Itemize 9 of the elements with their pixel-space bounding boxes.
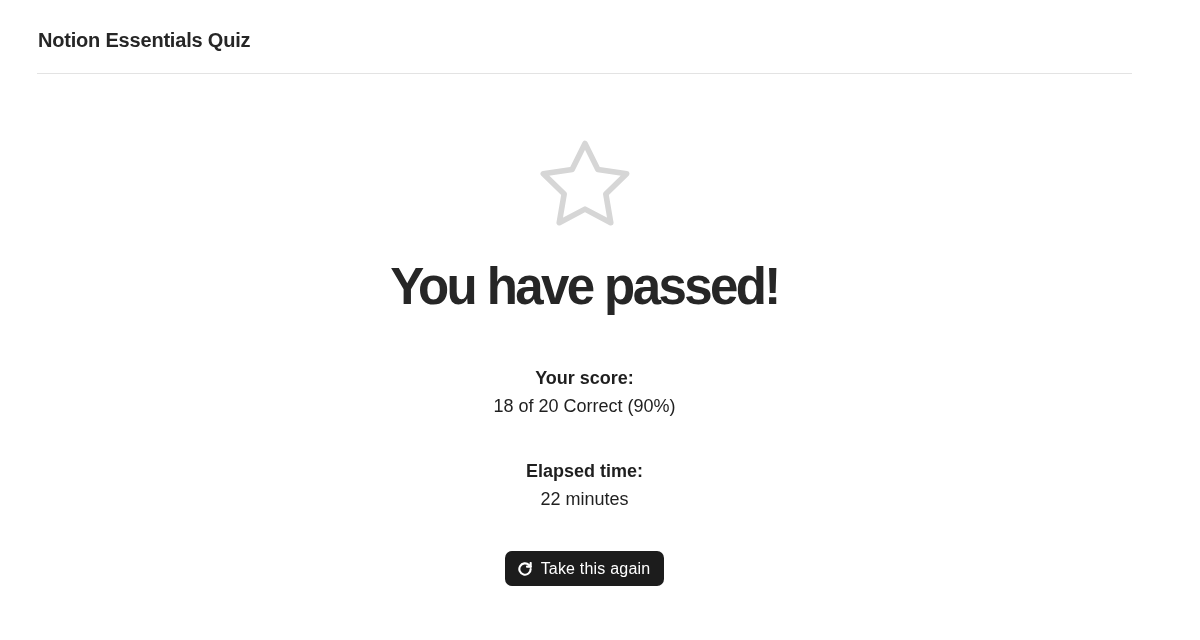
stat-label: Elapsed time: xyxy=(525,460,643,483)
result-heading: You have passed! xyxy=(390,257,779,317)
star-icon xyxy=(539,140,630,226)
retake-button[interactable]: Take this again xyxy=(504,551,665,586)
stat-value: 18 of 20 Correct (90%) xyxy=(493,395,676,418)
page-title: Notion Essentials Quiz xyxy=(38,28,251,52)
stat-label: Your score: xyxy=(535,367,634,390)
stat-value: 22 minutes xyxy=(540,488,629,511)
refresh-icon xyxy=(517,561,532,576)
